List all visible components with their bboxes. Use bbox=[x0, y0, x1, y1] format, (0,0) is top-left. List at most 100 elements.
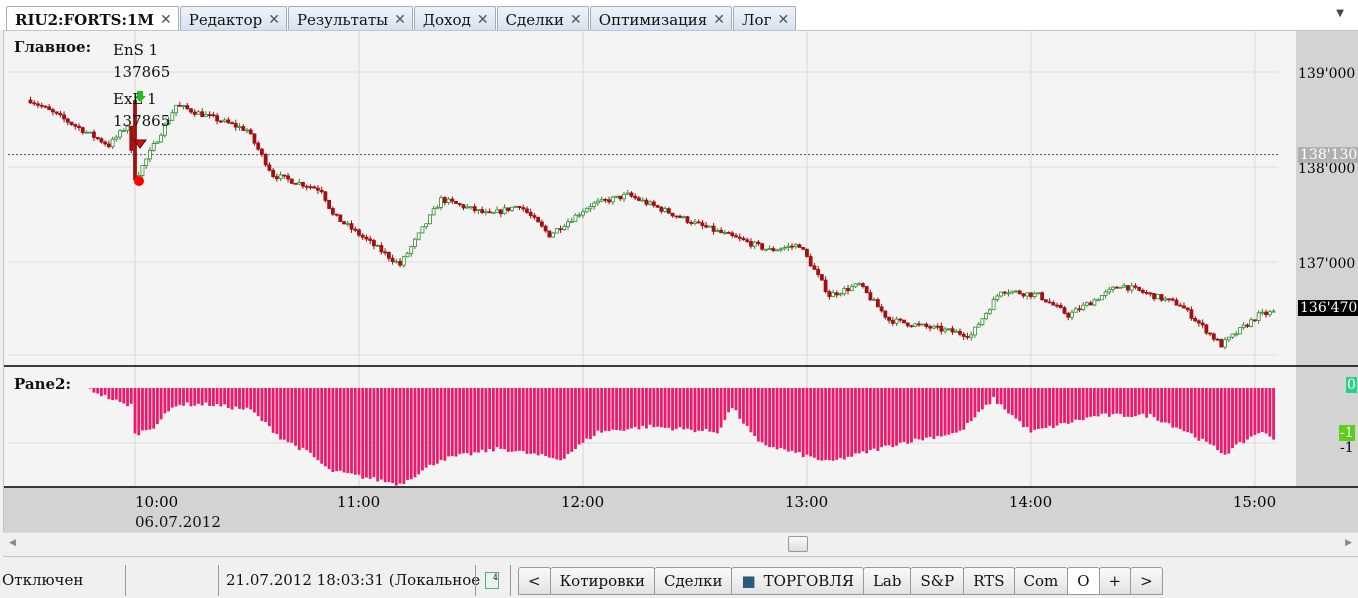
price-tick-label: 137'000 bbox=[1298, 256, 1355, 272]
histogram-bar bbox=[484, 388, 488, 453]
time-tick-label: 14:00 bbox=[1009, 493, 1052, 511]
add-tab-button[interactable]: + bbox=[1098, 567, 1132, 595]
histogram-bar bbox=[607, 388, 611, 432]
histogram-bar bbox=[245, 388, 249, 408]
candle bbox=[558, 228, 563, 231]
candle bbox=[155, 141, 160, 145]
candle bbox=[256, 142, 261, 150]
histogram-bar bbox=[980, 388, 984, 410]
candle bbox=[1238, 327, 1242, 335]
candle bbox=[696, 221, 701, 224]
bottom-tab-4[interactable]: S&P bbox=[910, 567, 965, 595]
candle bbox=[368, 238, 373, 241]
candle bbox=[342, 221, 346, 225]
candle bbox=[614, 195, 619, 198]
histogram-bar bbox=[458, 388, 462, 455]
candle bbox=[1036, 292, 1041, 295]
bottom-tab-6[interactable]: Com bbox=[1013, 567, 1069, 595]
histogram-bar bbox=[678, 388, 682, 428]
histogram-bar bbox=[715, 388, 719, 434]
histogram-bar bbox=[652, 388, 656, 428]
scrollbar-thumb[interactable] bbox=[788, 536, 808, 552]
histogram-bar bbox=[200, 388, 204, 406]
candle bbox=[1107, 288, 1112, 293]
histogram-bar bbox=[883, 388, 887, 446]
candle bbox=[151, 143, 156, 151]
candle bbox=[1155, 294, 1160, 300]
histogram-bar bbox=[626, 388, 630, 430]
histogram-bar bbox=[760, 388, 764, 443]
candle bbox=[816, 268, 821, 275]
histogram-bar bbox=[1260, 388, 1264, 433]
candle bbox=[987, 309, 992, 314]
candle bbox=[495, 209, 500, 213]
candle bbox=[976, 324, 981, 328]
histogram-bar bbox=[1253, 388, 1257, 435]
histogram-bar bbox=[1197, 388, 1201, 441]
candle bbox=[192, 111, 197, 115]
histogram-bar bbox=[510, 388, 514, 452]
histogram-bar bbox=[835, 388, 839, 460]
candle bbox=[603, 198, 608, 201]
candle bbox=[148, 150, 152, 160]
candle bbox=[913, 323, 918, 327]
bottom-tab-5[interactable]: RTS bbox=[963, 567, 1015, 595]
candle bbox=[211, 114, 216, 117]
candle bbox=[480, 209, 485, 213]
prev-tab-button[interactable]: < bbox=[518, 567, 551, 595]
candle bbox=[196, 111, 201, 115]
histogram-bar bbox=[831, 388, 835, 461]
candle bbox=[775, 249, 779, 252]
candle bbox=[771, 248, 776, 251]
histogram-bar bbox=[697, 388, 701, 431]
scroll-right-icon[interactable]: ▶ bbox=[1345, 538, 1352, 548]
candle bbox=[54, 111, 59, 114]
histogram-bar bbox=[1208, 388, 1212, 445]
bottom-tab-2[interactable]: ■ ТОРГОВЛЯ bbox=[731, 567, 864, 595]
histogram-bar bbox=[238, 388, 241, 409]
histogram-bar bbox=[1234, 388, 1238, 445]
histogram-bar bbox=[357, 388, 361, 475]
candle bbox=[491, 212, 496, 214]
bottom-tab-3[interactable]: Lab bbox=[862, 567, 912, 595]
histogram-bar bbox=[1100, 388, 1104, 414]
histogram-bar bbox=[1216, 388, 1219, 451]
candle bbox=[663, 208, 667, 212]
candle bbox=[1070, 311, 1074, 318]
histogram-bar bbox=[674, 388, 678, 429]
next-tab-button[interactable]: > bbox=[1130, 567, 1163, 595]
histogram-bar bbox=[1160, 388, 1163, 423]
candle bbox=[700, 222, 705, 226]
chart-canvas[interactable]: 10:00 11:00 12:00 13:00 14:00 15:00 139'000 138… bbox=[0, 0, 1358, 532]
calculator-icon[interactable]: 4 bbox=[485, 572, 499, 589]
candle bbox=[282, 174, 287, 177]
histogram-bar bbox=[518, 388, 521, 451]
candle bbox=[861, 283, 865, 287]
histogram-bar bbox=[465, 388, 469, 454]
bottom-tab-1[interactable]: Сделки bbox=[653, 567, 733, 595]
histogram-bar bbox=[704, 388, 708, 430]
histogram-bar bbox=[555, 388, 559, 460]
candle bbox=[106, 143, 111, 148]
candle bbox=[345, 223, 350, 226]
horizontal-scrollbar[interactable]: ◀ ▶ bbox=[3, 532, 1358, 556]
histogram-bar bbox=[906, 388, 910, 444]
histogram-bar bbox=[641, 388, 645, 426]
histogram-bar bbox=[1190, 388, 1193, 434]
candle bbox=[1085, 302, 1089, 306]
histogram-bar bbox=[495, 388, 499, 448]
scroll-left-icon[interactable]: ◀ bbox=[9, 538, 16, 548]
candle bbox=[383, 251, 388, 254]
bottom-tab-7[interactable]: O bbox=[1067, 567, 1100, 595]
candle bbox=[88, 131, 93, 134]
candle bbox=[1029, 292, 1033, 297]
candle bbox=[237, 126, 242, 128]
histogram-bar bbox=[223, 388, 226, 405]
bottom-tab-0[interactable]: Котировки bbox=[549, 567, 655, 595]
candle bbox=[1114, 286, 1119, 289]
candle bbox=[446, 198, 451, 204]
date-label: 06.07.2012 bbox=[135, 513, 221, 531]
candle bbox=[875, 299, 880, 308]
candle bbox=[293, 182, 298, 185]
candle bbox=[1062, 307, 1067, 314]
